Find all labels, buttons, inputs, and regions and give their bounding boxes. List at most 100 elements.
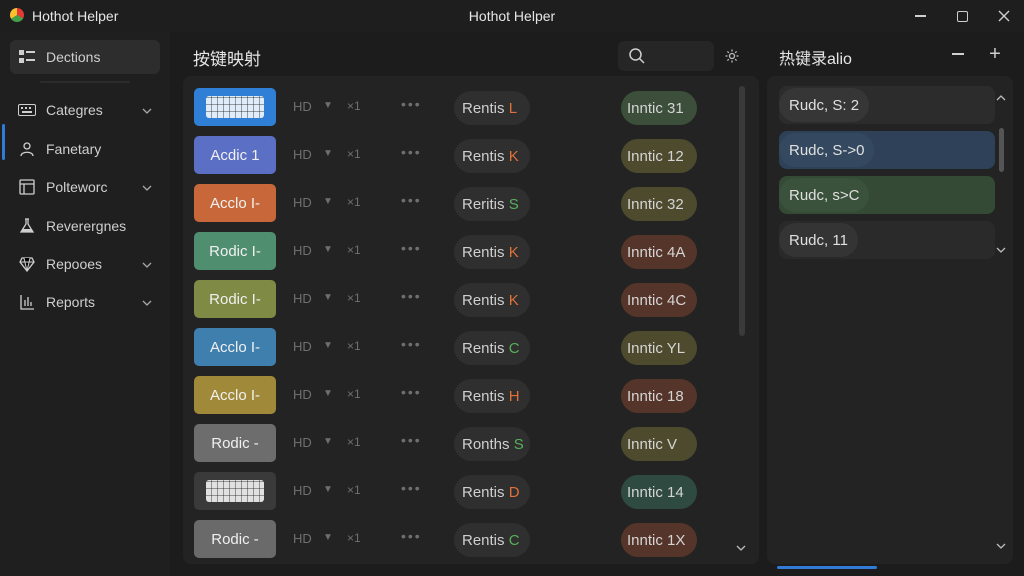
sidebar-item-fanetary[interactable]: Fanetary (10, 132, 160, 166)
value-pill[interactable]: Inntic 4C (621, 283, 697, 317)
dropdown-arrow-icon[interactable]: ▼ (323, 436, 333, 447)
dropdown-arrow-icon[interactable]: ▼ (323, 100, 333, 111)
repeat-count: ×1 (347, 483, 361, 497)
key-chip[interactable] (194, 88, 276, 126)
sidebar-item-reports[interactable]: Reports (10, 285, 160, 319)
value-pill[interactable]: Inntic 32 (621, 187, 697, 221)
sidebar-item-polteworc[interactable]: Polteworc (10, 170, 160, 204)
action-pill[interactable]: Reritis S (454, 187, 530, 221)
app-name: Hothot Helper (32, 8, 119, 24)
key-chip[interactable]: Rodic - (194, 520, 276, 558)
hotkey-item[interactable]: Rudc, s>C (779, 176, 995, 214)
right-panel-scroll-down-button[interactable] (996, 540, 1006, 552)
more-icon[interactable]: ••• (401, 288, 422, 304)
hotkey-label: Rudc, s>C (779, 178, 870, 212)
action-pill[interactable]: Rentis K (454, 235, 530, 269)
action-pill[interactable]: Ronths S (454, 427, 530, 461)
table-row[interactable]: HD ▼ ×1 ••• Rentis L Inntic 31 (193, 84, 733, 128)
sidebar-item-categres[interactable]: Categres (10, 93, 160, 127)
dropdown-arrow-icon[interactable]: ▼ (323, 532, 333, 543)
hotkey-item[interactable]: Rudc, 11 (779, 221, 995, 259)
key-chip[interactable]: Acdic 1 (194, 136, 276, 174)
table-row[interactable]: Acclo I- HD ▼ ×1 ••• Rentis C Inntic YL (193, 324, 733, 368)
main-scrollbar[interactable] (739, 86, 745, 336)
add-hotkey-button[interactable]: + (985, 42, 1005, 66)
key-chip[interactable]: Acclo I- (194, 376, 276, 414)
right-scroll-up-button[interactable] (996, 92, 1006, 104)
dropdown-arrow-icon[interactable]: ▼ (323, 292, 333, 303)
title-bar: Hothot Helper Hothot Helper (0, 0, 1024, 32)
hotkey-item[interactable]: Rudc, S->0 (779, 131, 995, 169)
dropdown-arrow-icon[interactable]: ▼ (323, 388, 333, 399)
more-icon[interactable]: ••• (401, 144, 422, 160)
action-pill[interactable]: Rentis L (454, 91, 530, 125)
value-pill[interactable]: Inntic 4A (621, 235, 697, 269)
maximize-button[interactable] (942, 0, 982, 32)
table-row[interactable]: Acclo I- HD ▼ ×1 ••• Rentis H Inntic 18 (193, 372, 733, 416)
more-icon[interactable]: ••• (401, 240, 422, 256)
more-icon[interactable]: ••• (401, 528, 422, 544)
action-pill[interactable]: Rentis C (454, 331, 530, 365)
action-pill[interactable]: Rentis K (454, 283, 530, 317)
dropdown-arrow-icon[interactable]: ▼ (323, 244, 333, 255)
action-key-suffix: H (508, 387, 520, 405)
table-row[interactable]: Rodic - HD ▼ ×1 ••• Ronths S Inntic V (193, 420, 733, 464)
value-label: Inntic 4A (627, 243, 686, 261)
more-icon[interactable]: ••• (401, 432, 422, 448)
action-pill[interactable]: Rentis D (454, 475, 530, 509)
dropdown-arrow-icon[interactable]: ▼ (323, 196, 333, 207)
scroll-down-button[interactable] (736, 540, 746, 554)
search-input[interactable] (618, 41, 714, 71)
action-key-suffix: C (508, 339, 520, 357)
action-label: Rentis (462, 243, 505, 261)
dropdown-arrow-icon[interactable]: ▼ (323, 148, 333, 159)
table-row[interactable]: HD ▼ ×1 ••• Rentis D Inntic 14 (193, 468, 733, 512)
value-pill[interactable]: Inntic 14 (621, 475, 697, 509)
value-pill[interactable]: Inntic YL (621, 331, 697, 365)
action-key-suffix: K (508, 147, 519, 165)
more-icon[interactable]: ••• (401, 384, 422, 400)
value-pill[interactable]: Inntic 12 (621, 139, 697, 173)
more-icon[interactable]: ••• (401, 480, 422, 496)
settings-button[interactable] (720, 44, 744, 68)
key-chip[interactable]: Acclo I- (194, 328, 276, 366)
table-row[interactable]: Rodic - HD ▼ ×1 ••• Rentis C Inntic 1X (193, 516, 733, 560)
value-pill[interactable]: Inntic 18 (621, 379, 697, 413)
close-button[interactable] (984, 0, 1024, 32)
key-chip[interactable]: Rodic I- (194, 280, 276, 318)
key-hd-label: HD (293, 99, 312, 114)
minimize-button[interactable] (900, 0, 940, 32)
more-icon[interactable]: ••• (401, 96, 422, 112)
table-row[interactable]: Rodic I- HD ▼ ×1 ••• Rentis K Inntic 4A (193, 228, 733, 272)
table-row[interactable]: Rodic I- HD ▼ ×1 ••• Rentis K Inntic 4C (193, 276, 733, 320)
chevron-down-icon (736, 545, 746, 551)
value-pill[interactable]: Inntic V (621, 427, 697, 461)
sidebar-item-dections[interactable]: Dections (10, 40, 160, 74)
key-chip[interactable]: Acclo I- (194, 184, 276, 222)
key-chip[interactable]: Rodic I- (194, 232, 276, 270)
action-pill[interactable]: Rentis H (454, 379, 530, 413)
sidebar-item-reverergnes[interactable]: Reverergnes (10, 209, 160, 243)
sidebar-item-repooes[interactable]: Repooes (10, 247, 160, 281)
key-chip[interactable]: Rodic - (194, 424, 276, 462)
action-pill[interactable]: Rentis K (454, 139, 530, 173)
table-row[interactable]: Acclo I- HD ▼ ×1 ••• Reritis S Inntic 32 (193, 180, 733, 224)
dropdown-arrow-icon[interactable]: ▼ (323, 484, 333, 495)
key-label: Rodic - (211, 530, 259, 548)
action-key-suffix: S (508, 195, 519, 213)
action-pill[interactable]: Rentis C (454, 523, 530, 557)
table-row[interactable]: Acdic 1 HD ▼ ×1 ••• Rentis K Inntic 12 (193, 132, 733, 176)
collapse-panel-button[interactable] (948, 44, 968, 64)
key-chip[interactable] (194, 472, 276, 510)
more-icon[interactable]: ••• (401, 336, 422, 352)
action-key-suffix: C (508, 531, 520, 549)
hotkey-item[interactable]: Rudc, S: 2 (779, 86, 995, 124)
right-scrollbar[interactable] (999, 128, 1004, 172)
more-icon[interactable]: ••• (401, 192, 422, 208)
value-pill[interactable]: Inntic 1X (621, 523, 697, 557)
search-icon (629, 48, 645, 64)
right-scroll-down-button[interactable] (996, 244, 1006, 256)
chevron-down-icon (996, 543, 1006, 549)
dropdown-arrow-icon[interactable]: ▼ (323, 340, 333, 351)
value-pill[interactable]: Inntic 31 (621, 91, 697, 125)
